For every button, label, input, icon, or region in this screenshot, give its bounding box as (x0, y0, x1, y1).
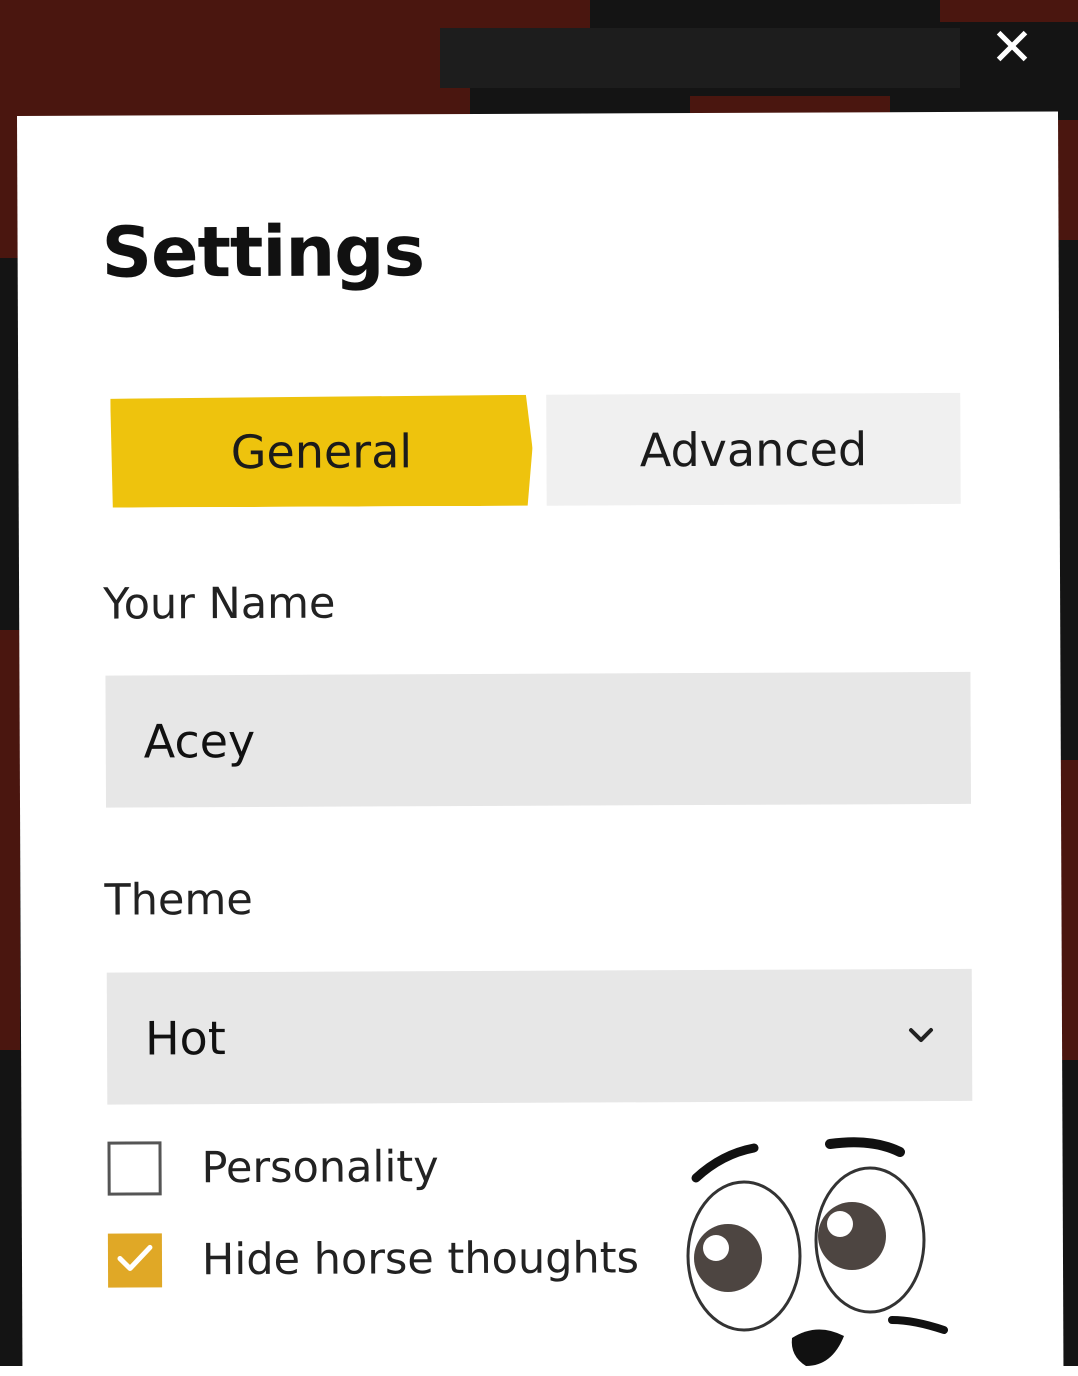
dialog-title: Settings (101, 210, 425, 294)
hide-horse-thoughts-checkbox[interactable] (107, 1233, 163, 1288)
hide-horse-thoughts-label: Hide horse thoughts (201, 1233, 640, 1286)
hide-horse-thoughts-option[interactable]: Hide horse thoughts (107, 1231, 640, 1288)
personality-label: Personality (201, 1142, 439, 1194)
chevron-down-icon (908, 1026, 934, 1044)
tab-general[interactable]: General (110, 395, 532, 508)
theme-select[interactable]: Hot (106, 968, 973, 1105)
tab-advanced[interactable]: Advanced (546, 392, 961, 506)
close-button[interactable]: ✕ (986, 22, 1038, 74)
theme-field-label: Theme (104, 874, 253, 926)
name-field-label: Your Name (103, 578, 336, 630)
checkmark-icon (115, 1241, 155, 1279)
personality-checkbox[interactable] (107, 1141, 162, 1196)
theme-select-value: Hot (144, 1011, 226, 1066)
personality-option[interactable]: Personality (107, 1140, 439, 1196)
googly-eyes-mascot-icon (682, 1134, 952, 1366)
name-input[interactable] (105, 671, 972, 808)
